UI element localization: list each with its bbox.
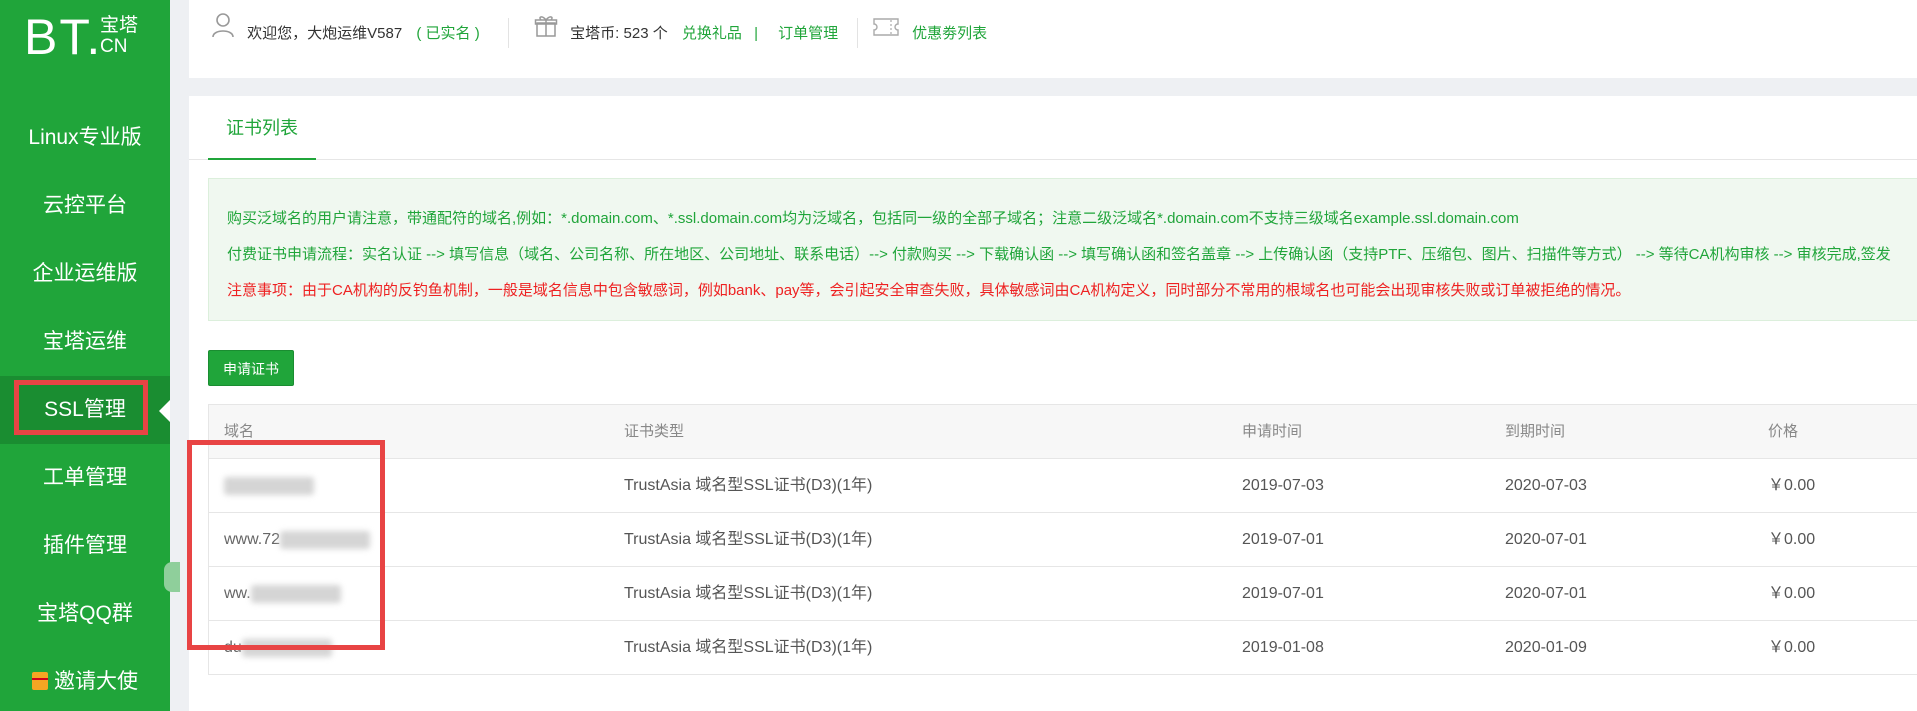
tab-cert-list[interactable]: 证书列表	[208, 96, 316, 160]
expire-date-cell: 2020-01-09	[1505, 639, 1587, 656]
gift-box-icon	[534, 0, 558, 68]
apply-date-cell: 2019-07-01	[1242, 531, 1324, 548]
price-cell: ￥0.00	[1768, 585, 1816, 602]
sidebar-item-label: 云控平台	[43, 194, 127, 217]
col-price: 价格	[1768, 423, 1799, 440]
sidebar-item-invite[interactable]: 邀请大使	[0, 648, 170, 711]
price-cell: ￥0.00	[1768, 639, 1816, 656]
user-icon	[211, 0, 235, 68]
sidebar-item-label: 工单管理	[43, 466, 127, 489]
expire-date-cell: 2020-07-01	[1505, 585, 1587, 602]
logo-bottom: CN	[100, 36, 128, 57]
gift-icon	[32, 672, 48, 690]
col-type: 证书类型	[624, 423, 685, 440]
price-cell: ￥0.00	[1768, 531, 1816, 548]
verified-link[interactable]: ( 已实名 )	[416, 25, 479, 42]
highlight-box-domains	[187, 440, 385, 650]
logo-top: 宝塔	[100, 15, 139, 36]
coins-block: 宝塔币: 523 个 兑换礼品 | 订单管理	[534, 0, 838, 68]
order-manage-link[interactable]: 订单管理	[778, 25, 838, 42]
sidebar-item-label: Linux专业版	[28, 126, 142, 149]
table-row[interactable]: TrustAsia 域名型SSL证书(D3)(1年) 2019-07-03 20…	[209, 459, 1917, 513]
sidebar: BT. 宝塔 CN Linux专业版 云控平台 企业运维版 宝塔运维 SSL管理…	[0, 0, 170, 711]
apply-date-cell: 2019-07-01	[1242, 585, 1324, 602]
header-separator: |	[754, 25, 758, 42]
coins-text: 宝塔币: 523 个	[570, 25, 668, 42]
welcome-text: 欢迎您，大炮运维V587	[247, 25, 403, 42]
sidebar-item-cloud-control[interactable]: 云控平台	[0, 172, 170, 240]
sidebar-item-linux-pro[interactable]: Linux专业版	[0, 104, 170, 172]
notice-box: 购买泛域名的用户请注意，带通配符的域名,例如：*.domain.com、*.ss…	[208, 178, 1917, 321]
apply-date-cell: 2019-07-03	[1242, 477, 1324, 494]
notice-warning: 注意事项：由于CA机构的反钓鱼机制，一般是域名信息中包含敏感词，例如bank、p…	[227, 282, 1631, 299]
sidebar-item-label: 邀请大使	[54, 670, 138, 693]
type-cell: TrustAsia 域名型SSL证书(D3)(1年)	[624, 531, 873, 548]
sidebar-item-label: 宝塔QQ群	[37, 602, 133, 625]
coupon-block[interactable]: 优惠劵列表	[872, 0, 987, 68]
sidebar-item-tickets[interactable]: 工单管理	[0, 444, 170, 512]
sidebar-item-plugins[interactable]: 插件管理	[0, 512, 170, 580]
type-cell: TrustAsia 域名型SSL证书(D3)(1年)	[624, 639, 873, 656]
table-row[interactable]: www.72 TrustAsia 域名型SSL证书(D3)(1年) 2019-0…	[209, 513, 1917, 567]
sidebar-item-label: 插件管理	[43, 534, 127, 557]
notice-process: 付费证书申请流程：实名认证 --> 填写信息（域名、公司名称、所在地区、公司地址…	[227, 246, 1891, 263]
coupon-list-link[interactable]: 优惠劵列表	[912, 25, 987, 42]
sidebar-item-label: 企业运维版	[32, 262, 138, 285]
expire-date-cell: 2020-07-03	[1505, 477, 1587, 494]
notice-wildcard: 购买泛域名的用户请注意，带通配符的域名,例如：*.domain.com、*.ss…	[227, 210, 1519, 227]
cert-table: 域名 证书类型 申请时间 到期时间 价格 TrustAsia 域名型SSL证书(…	[208, 404, 1917, 675]
type-cell: TrustAsia 域名型SSL证书(D3)(1年)	[624, 477, 873, 494]
type-cell: TrustAsia 域名型SSL证书(D3)(1年)	[624, 585, 873, 602]
coupon-icon	[872, 0, 900, 68]
sidebar-collapse-handle[interactable]	[164, 562, 180, 592]
main-panel: 证书列表 购买泛域名的用户请注意，带通配符的域名,例如：*.domain.com…	[189, 96, 1917, 711]
col-expire-time: 到期时间	[1505, 423, 1566, 440]
sidebar-item-qq-group[interactable]: 宝塔QQ群	[0, 580, 170, 648]
sidebar-item-bt-ops[interactable]: 宝塔运维	[0, 308, 170, 376]
header-divider	[508, 18, 509, 48]
col-apply-time: 申请时间	[1242, 423, 1303, 440]
expire-date-cell: 2020-07-01	[1505, 531, 1587, 548]
welcome-block: 欢迎您，大炮运维V587 ( 已实名 )	[211, 0, 480, 68]
table-header-row: 域名 证书类型 申请时间 到期时间 价格	[209, 405, 1917, 459]
sidebar-item-enterprise-ops[interactable]: 企业运维版	[0, 240, 170, 308]
logo-main: BT.	[24, 9, 103, 65]
top-header: 欢迎您，大炮运维V587 ( 已实名 ) 宝塔币: 523 个 兑换礼品 | 订…	[189, 0, 1917, 78]
header-divider	[857, 18, 858, 48]
sidebar-item-label: 宝塔运维	[43, 330, 127, 353]
highlight-box-ssl	[14, 380, 148, 435]
exchange-gift-link[interactable]: 兑换礼品	[682, 25, 742, 42]
table-row[interactable]: du TrustAsia 域名型SSL证书(D3)(1年) 2019-01-08…	[209, 621, 1917, 675]
tab-bar: 证书列表	[189, 96, 1917, 160]
price-cell: ￥0.00	[1768, 477, 1816, 494]
apply-cert-button[interactable]: 申请证书	[208, 350, 294, 386]
apply-date-cell: 2019-01-08	[1242, 639, 1324, 656]
table-row[interactable]: ww. TrustAsia 域名型SSL证书(D3)(1年) 2019-07-0…	[209, 567, 1917, 621]
